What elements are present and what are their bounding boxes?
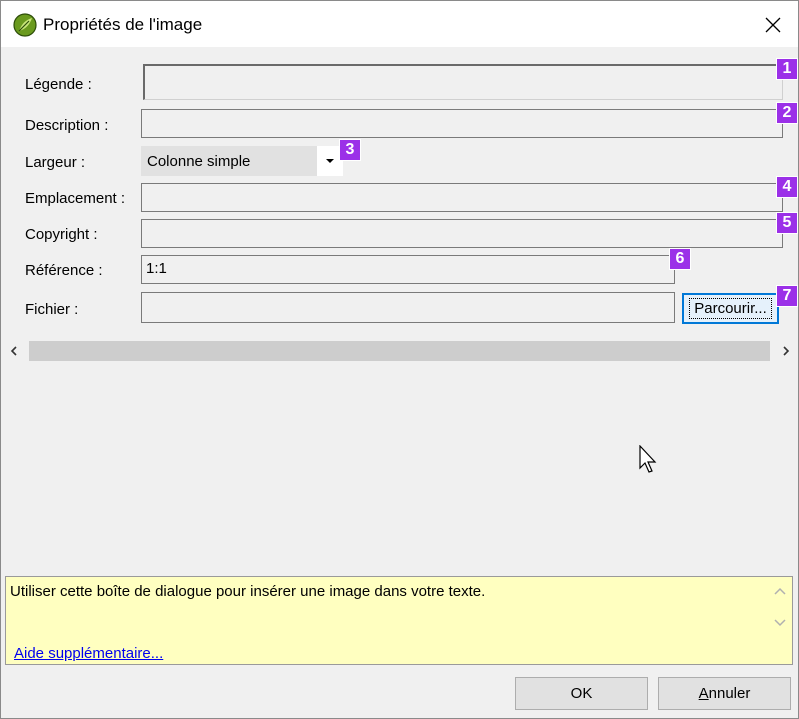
width-select[interactable]: Colonne simple [141,146,343,176]
copyright-label: Copyright : [25,226,98,243]
horizontal-scrollbar[interactable] [1,339,798,361]
callout-badge-4: 4 [776,176,798,198]
scroll-right-button[interactable] [775,341,797,361]
browse-button-label: Parcourir... [689,298,772,319]
scroll-left-button[interactable] [3,341,25,361]
image-properties-dialog: Propriétés de l'image Légende : 1 Descri… [0,0,799,719]
close-icon [765,17,781,33]
scroll-down-icon[interactable] [774,619,786,627]
chevron-right-icon [783,346,790,356]
callout-badge-6: 6 [669,248,691,270]
browse-button[interactable]: Parcourir... [682,293,779,324]
close-button[interactable] [753,9,793,41]
file-input[interactable] [141,292,675,323]
help-panel: Utiliser cette boîte de dialogue pour in… [5,576,793,665]
mouse-pointer-icon [639,445,657,473]
callout-badge-2: 2 [776,102,798,124]
caption-label: Légende : [25,76,92,93]
cancel-button[interactable]: Annuler [658,677,791,710]
location-input[interactable] [141,183,783,212]
reference-input[interactable]: 1:1 [141,255,675,284]
cancel-button-label: Annuler [698,685,751,702]
description-label: Description : [25,117,109,134]
width-label: Largeur : [25,154,86,171]
help-scrollbar[interactable] [770,579,790,663]
callout-badge-7: 7 [776,285,798,307]
description-input[interactable] [141,109,783,138]
callout-badge-3: 3 [339,139,361,161]
callout-badge-1: 1 [776,58,798,80]
ok-button[interactable]: OK [515,677,648,710]
caption-input[interactable] [143,64,783,100]
location-label: Emplacement : [25,190,126,207]
callout-badge-5: 5 [776,212,798,234]
help-text: Utiliser cette boîte de dialogue pour in… [10,583,486,600]
chevron-left-icon [10,346,17,356]
scroll-up-icon[interactable] [774,587,786,595]
copyright-input[interactable] [141,219,783,248]
file-label: Fichier : [25,301,79,318]
leaf-logo-icon [13,13,37,37]
width-select-value: Colonne simple [147,153,251,170]
more-help-link[interactable]: Aide supplémentaire... [14,645,163,662]
title-bar: Propriétés de l'image [1,1,798,47]
reference-label: Référence : [25,262,103,279]
scrollbar-track[interactable] [29,341,770,361]
window-title: Propriétés de l'image [43,15,203,34]
dropdown-arrow-icon [326,159,334,163]
